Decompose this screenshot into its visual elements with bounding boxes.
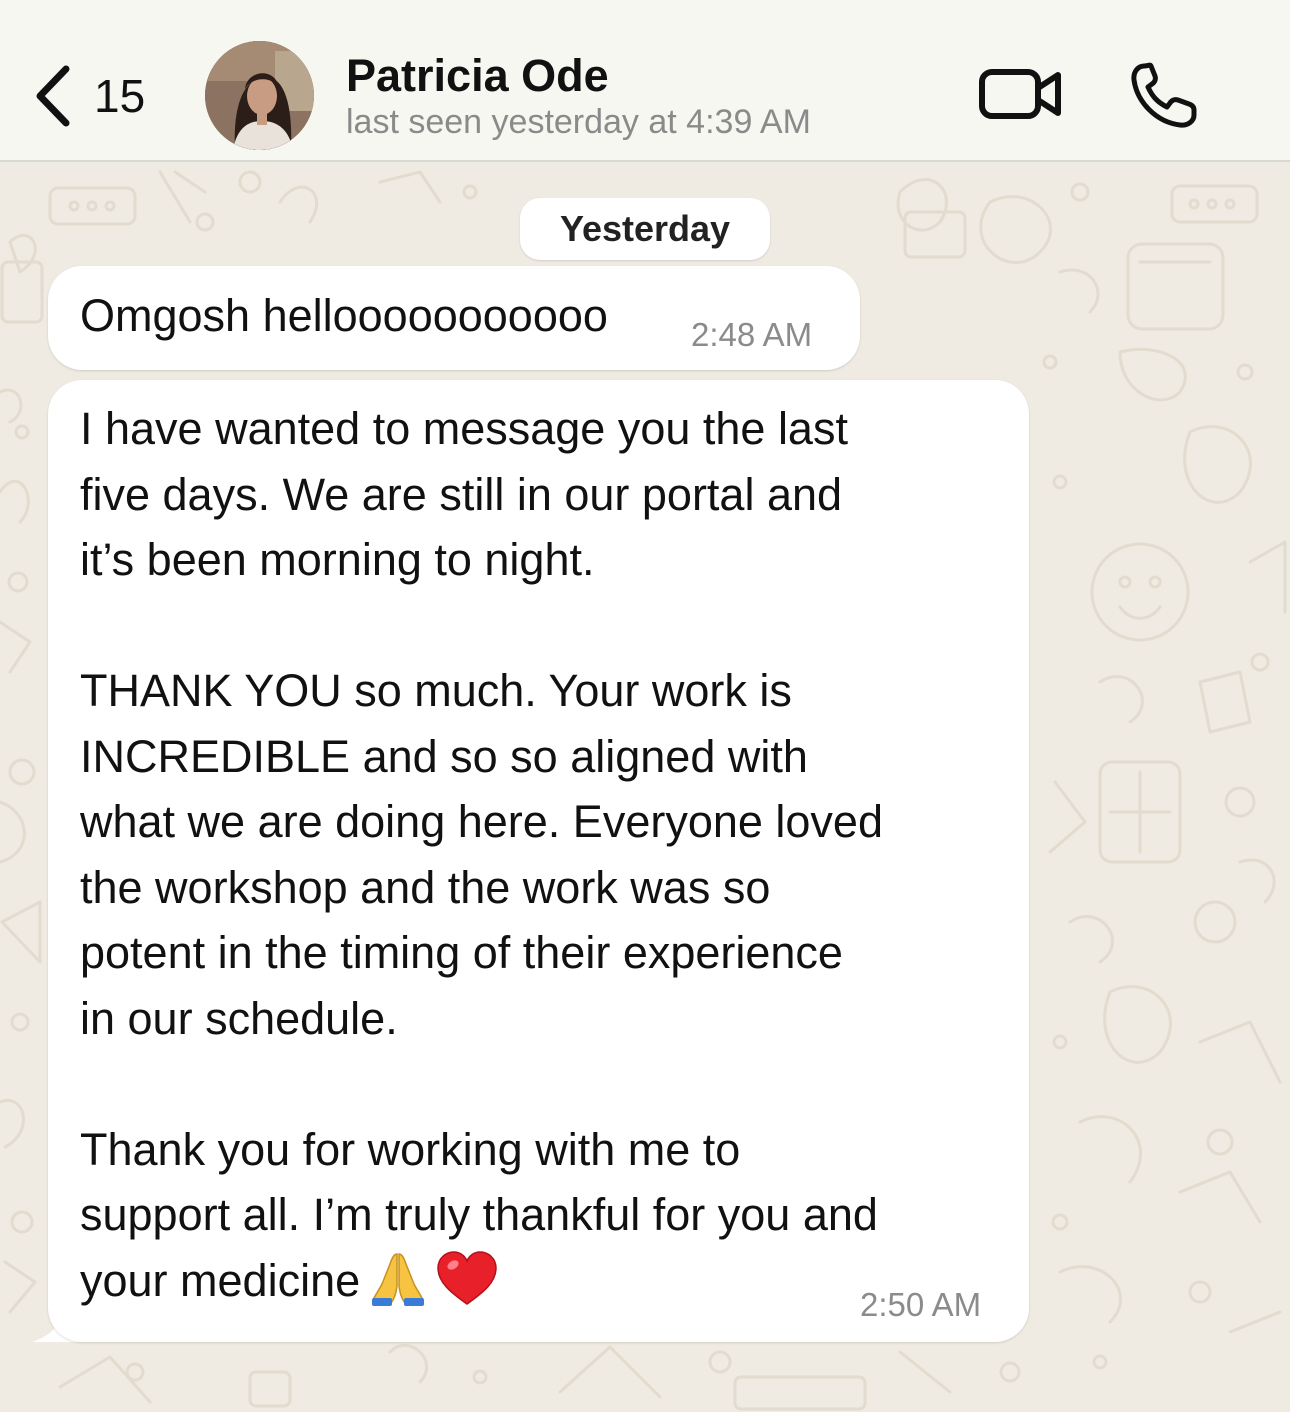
last-seen-status: last seen yesterday at 4:39 AM	[346, 103, 811, 141]
message-bubble[interactable]: Omgosh hellooooooooooo 2:48 AM	[48, 266, 860, 370]
message-line: five days. We are still in our portal an…	[80, 468, 843, 520]
voice-call-button[interactable]	[1128, 60, 1200, 130]
message-line: your medicine	[80, 1254, 361, 1306]
avatar-photo	[205, 41, 314, 150]
message-text: Omgosh hellooooooooooo	[80, 288, 608, 344]
red-heart-emoji	[436, 1250, 498, 1324]
back-button[interactable]: 15	[32, 56, 172, 136]
message-line: Thank you for working with me to	[80, 1123, 741, 1175]
message-line: INCREDIBLE and so so aligned with	[80, 730, 808, 782]
message-text: I have wanted to message you the last fi…	[80, 396, 1020, 1313]
phone-icon	[1128, 62, 1200, 134]
chat-area[interactable]: Yesterday Omgosh hellooooooooooo 2:48 AM…	[0, 162, 1290, 1412]
avatar[interactable]	[205, 41, 314, 150]
folded-hands-emoji	[370, 1250, 426, 1324]
message-line	[80, 1051, 1020, 1117]
message-line: Omgosh hellooooooooooo	[80, 290, 608, 341]
chevron-left-icon	[32, 63, 72, 129]
video-camera-icon	[978, 69, 1064, 128]
message-timestamp: 2:50 AM	[860, 1286, 982, 1323]
message-line: potent in the timing of their experience	[80, 927, 843, 978]
message-line: I have wanted to message you the last	[80, 403, 848, 454]
message-bubble[interactable]: I have wanted to message you the last fi…	[48, 380, 1029, 1342]
message-timestamp: 2:48 AM	[691, 316, 813, 353]
unread-count: 15	[94, 70, 146, 122]
contact-name[interactable]: Patricia Ode	[346, 50, 609, 102]
message-line: THANK YOU so much. Your work is	[80, 665, 792, 716]
message-line	[80, 593, 1020, 659]
message-line: it’s been morning to night.	[80, 534, 595, 585]
video-call-button[interactable]	[978, 62, 1064, 124]
message-line: what we are doing here. Everyone loved	[80, 796, 883, 847]
message-line: support all. I’m truly thankful for you …	[80, 1189, 878, 1240]
message-line: in our schedule.	[80, 992, 398, 1044]
message-line: the workshop and the work was so	[80, 861, 771, 913]
chat-header: 15 Patricia Ode last seen yesterday at 4…	[0, 0, 1290, 162]
date-separator: Yesterday	[520, 198, 770, 260]
